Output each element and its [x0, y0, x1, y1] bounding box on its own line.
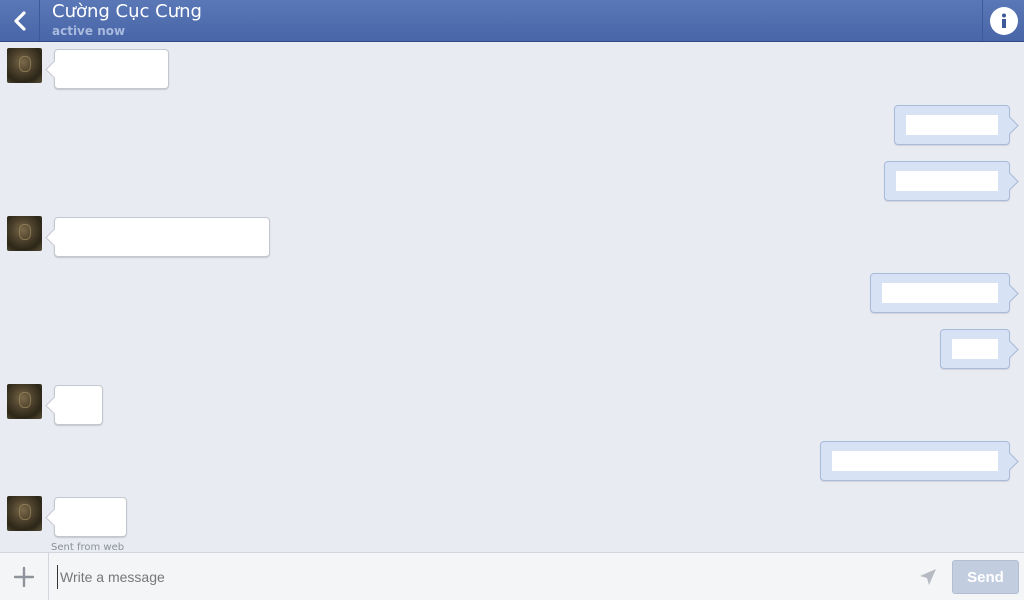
message-text — [66, 507, 115, 527]
location-button[interactable] — [918, 567, 938, 587]
avatar[interactable] — [7, 216, 42, 251]
message-text — [832, 451, 998, 471]
message-text — [896, 171, 998, 191]
message-text — [882, 283, 998, 303]
message-bubble-outgoing[interactable] — [940, 329, 1010, 369]
message-bubble-outgoing[interactable] — [870, 273, 1010, 313]
contact-name[interactable]: Cường Cục Cưng — [52, 1, 202, 23]
attach-button[interactable] — [0, 553, 49, 600]
send-button[interactable]: Send — [952, 560, 1019, 594]
avatar[interactable] — [7, 496, 42, 531]
avatar[interactable] — [7, 384, 42, 419]
presence-status: active now — [52, 24, 126, 38]
back-button[interactable] — [0, 0, 40, 41]
message-text — [66, 59, 157, 79]
message-bubble-incoming[interactable] — [54, 497, 127, 537]
location-arrow-icon — [920, 569, 936, 585]
message-text — [952, 339, 998, 359]
message-bubble-incoming[interactable] — [54, 217, 270, 257]
info-icon — [989, 6, 1018, 35]
conversation-header: Cường Cục Cưng active now — [0, 0, 1024, 42]
message-text — [906, 115, 998, 135]
message-composer: Send — [0, 552, 1024, 600]
message-text — [66, 395, 91, 415]
message-text — [66, 227, 258, 247]
chevron-left-icon — [13, 10, 26, 31]
message-bubble-outgoing[interactable] — [884, 161, 1010, 201]
message-input[interactable] — [57, 565, 897, 589]
message-bubble-incoming[interactable] — [54, 385, 103, 425]
plus-icon — [13, 566, 35, 587]
message-bubble-incoming[interactable] — [54, 49, 169, 89]
info-button[interactable] — [982, 0, 1024, 41]
message-bubble-outgoing[interactable] — [820, 441, 1010, 481]
message-bubble-outgoing[interactable] — [894, 105, 1010, 145]
avatar[interactable] — [7, 48, 42, 83]
